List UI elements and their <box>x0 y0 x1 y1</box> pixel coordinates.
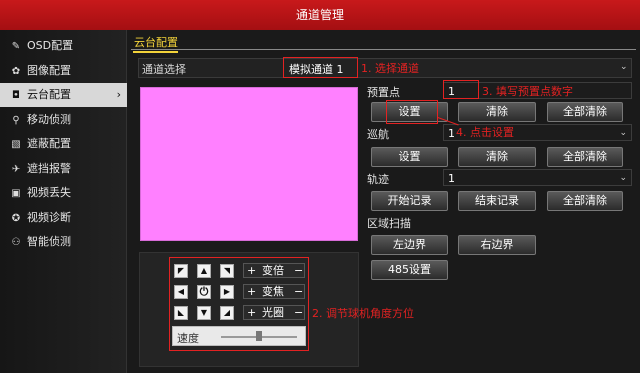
sidebar-item-mask[interactable]: ▧ 遮蔽配置 <box>0 132 127 156</box>
patrol-set-button[interactable]: 设置 <box>371 147 448 167</box>
patrol-clear-all-button[interactable]: 全部清除 <box>547 147 623 167</box>
annotation-box-channel <box>283 57 358 78</box>
patrol-select-value: 1 <box>448 127 455 140</box>
pattern-label: 轨迹 <box>367 173 389 186</box>
pattern-select-value: 1 <box>448 172 455 185</box>
palette-icon: ✿ <box>11 66 21 77</box>
sidebar-item-label: 遮蔽配置 <box>27 137 71 150</box>
dropdown-arrow-icon[interactable]: ⌄ <box>620 62 628 72</box>
sidebar-item-label: 视频丢失 <box>27 186 71 199</box>
sidebar-item-image[interactable]: ✿ 图像配置 <box>0 59 127 83</box>
sidebar-item-motion[interactable]: ⚲ 移动侦测 <box>0 108 127 132</box>
preset-clear-button[interactable]: 清除 <box>458 102 536 122</box>
scan-left-limit-button[interactable]: 左边界 <box>371 235 448 255</box>
sidebar-item-osd[interactable]: ✎ OSD配置 <box>0 34 127 58</box>
annotation-step-3: 3. 填写预置点数字 <box>482 85 573 98</box>
chevron-right-icon: › <box>116 88 121 101</box>
sidebar: ✎ OSD配置 ✿ 图像配置 ◘ 云台配置 › ⚲ 移动侦测 ▧ 遮蔽配置 ✈ 遮挡报警 ▣… <box>0 30 127 373</box>
annotation-box-preset-number <box>443 80 479 99</box>
patrol-clear-button[interactable]: 清除 <box>458 147 536 167</box>
pattern-start-button[interactable]: 开始记录 <box>371 191 448 211</box>
alarm-icon: ✈ <box>11 164 21 175</box>
sidebar-item-label: 智能侦测 <box>27 235 71 248</box>
pattern-clear-all-button[interactable]: 全部清除 <box>547 191 623 211</box>
sidebar-item-label: 移动侦测 <box>27 113 71 126</box>
annotation-box-ptz <box>169 257 309 351</box>
tab-bar: 云台配置 <box>131 34 636 53</box>
pattern-stop-button[interactable]: 结束记录 <box>458 191 536 211</box>
sidebar-item-label: OSD配置 <box>27 39 74 52</box>
sidebar-item-ptz[interactable]: ◘ 云台配置 › <box>0 83 127 107</box>
patrol-label: 巡航 <box>367 128 389 141</box>
channel-select-label: 通道选择 <box>142 63 186 76</box>
annotation-step-2: 2. 调节球机角度方位 <box>312 307 414 320</box>
smart-detect-icon: ⚇ <box>11 237 21 248</box>
sidebar-item-label: 视频诊断 <box>27 211 71 224</box>
edit-icon: ✎ <box>11 41 21 52</box>
sidebar-item-diagnosis[interactable]: ✪ 视频诊断 <box>0 206 127 230</box>
sidebar-item-tamper[interactable]: ✈ 遮挡报警 <box>0 157 127 181</box>
rs485-settings-button[interactable]: 485设置 <box>371 260 448 280</box>
running-person-icon: ⚲ <box>12 115 20 126</box>
video-lost-icon: ▣ <box>11 188 21 199</box>
sidebar-item-smart[interactable]: ⚇ 智能侦测 <box>0 230 127 254</box>
dropdown-arrow-icon: ⌄ <box>619 128 627 138</box>
sidebar-item-video-loss[interactable]: ▣ 视频丢失 <box>0 181 127 205</box>
annotation-step-4: 4. 点击设置 <box>456 126 514 139</box>
window-title: 通道管理 <box>0 0 640 30</box>
pattern-select[interactable]: 1 ⌄ <box>443 169 632 186</box>
scan-right-limit-button[interactable]: 右边界 <box>458 235 536 255</box>
sidebar-item-label: 图像配置 <box>27 64 71 77</box>
preset-clear-all-button[interactable]: 全部清除 <box>547 102 623 122</box>
dropdown-arrow-icon: ⌄ <box>619 173 627 183</box>
annotation-step-1: 1. 选择通道 <box>361 62 419 75</box>
sidebar-item-label: 云台配置 <box>27 88 71 101</box>
annotation-box-set-button <box>386 100 438 124</box>
preset-label: 预置点 <box>367 86 400 99</box>
ptz-camera-icon: ◘ <box>12 90 20 101</box>
sidebar-item-label: 遮挡报警 <box>27 162 71 175</box>
tab-ptz-config[interactable]: 云台配置 <box>133 34 178 53</box>
video-preview <box>140 87 358 241</box>
area-scan-label: 区域扫描 <box>367 217 411 230</box>
diagnosis-icon: ✪ <box>11 213 21 224</box>
mask-icon: ▧ <box>11 139 21 150</box>
